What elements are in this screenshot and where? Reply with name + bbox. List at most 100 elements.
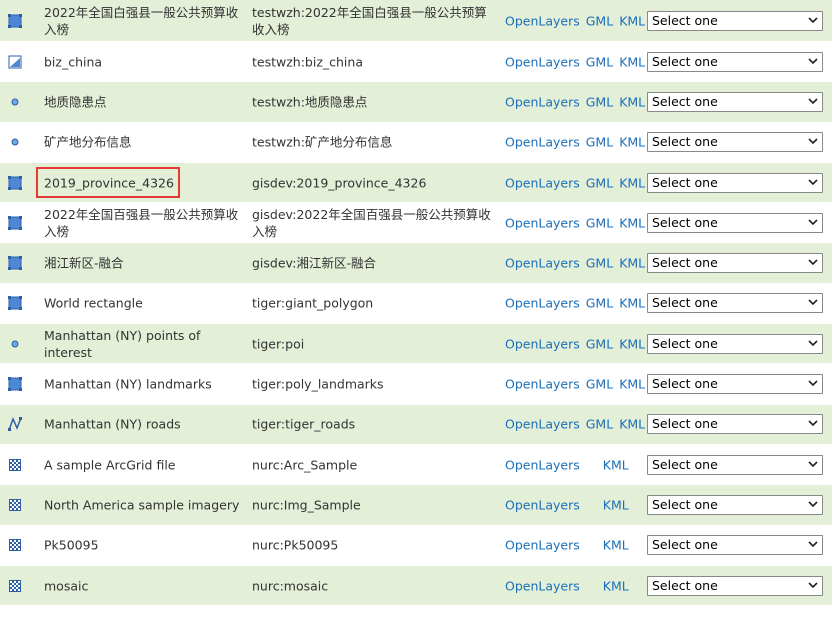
table-row: Manhattan (NY) roads tiger:tiger_roads Ope… bbox=[0, 404, 832, 445]
preview-links: OpenLayers GML KML bbox=[505, 296, 651, 311]
gml-link[interactable]: GML bbox=[586, 94, 613, 109]
gml-link[interactable]: GML bbox=[586, 13, 613, 28]
openlayers-link[interactable]: OpenLayers bbox=[505, 457, 580, 472]
gml-link[interactable]: GML bbox=[586, 135, 613, 150]
layer-title: 地质隐患点 bbox=[44, 94, 107, 110]
format-select[interactable]: Select one bbox=[647, 212, 823, 233]
select-value: Select one bbox=[652, 53, 718, 69]
select-value: Select one bbox=[652, 255, 718, 271]
kml-link[interactable]: KML bbox=[603, 538, 629, 553]
select-value: Select one bbox=[652, 93, 718, 109]
layer-title: 湘江新区-融合 bbox=[44, 255, 124, 271]
openlayers-link[interactable]: OpenLayers bbox=[505, 497, 580, 512]
polygon-icon bbox=[8, 377, 22, 392]
preview-links: OpenLayers GML KML bbox=[505, 54, 651, 69]
openlayers-link[interactable]: OpenLayers bbox=[505, 215, 580, 230]
openlayers-link[interactable]: OpenLayers bbox=[505, 13, 580, 28]
polygon-icon bbox=[8, 175, 22, 190]
layer-title: mosaic bbox=[44, 578, 89, 593]
table-row: 2022年全国百强县一般公共预算收入榜 gisdev:2022年全国百强县一般公共… bbox=[0, 203, 832, 244]
openlayers-link[interactable]: OpenLayers bbox=[505, 296, 580, 311]
select-value: Select one bbox=[652, 12, 718, 28]
format-select[interactable]: Select one bbox=[647, 494, 823, 515]
layer-title: 2022年全国百强县一般公共预算收入榜 bbox=[44, 206, 239, 239]
select-value: Select one bbox=[652, 174, 718, 190]
preview-links: OpenLayers KML bbox=[505, 497, 635, 512]
kml-link[interactable]: KML bbox=[603, 497, 629, 512]
format-select[interactable]: Select one bbox=[647, 132, 823, 153]
kml-link[interactable]: KML bbox=[619, 135, 645, 150]
format-select[interactable]: Select one bbox=[647, 535, 823, 556]
polygon-icon bbox=[8, 13, 22, 28]
kml-link[interactable]: KML bbox=[619, 336, 645, 351]
layer-title: biz_china bbox=[44, 54, 103, 70]
layer-title: 2022年全国白强县一般公共预算收入榜 bbox=[44, 4, 239, 37]
gml-link[interactable]: GML bbox=[586, 215, 613, 230]
kml-link[interactable]: KML bbox=[619, 215, 645, 230]
format-select[interactable]: Select one bbox=[647, 414, 823, 435]
layer-title: Manhattan (NY) roads bbox=[44, 416, 181, 432]
grid-icon bbox=[8, 498, 22, 512]
kml-link[interactable]: KML bbox=[603, 457, 629, 472]
kml-link[interactable]: KML bbox=[619, 296, 645, 311]
kml-link[interactable]: KML bbox=[619, 417, 645, 432]
select-value: Select one bbox=[652, 496, 718, 512]
gml-link[interactable]: GML bbox=[586, 175, 613, 190]
format-select[interactable]: Select one bbox=[647, 454, 823, 475]
layer-name: gisdev:湘江新区-融合 bbox=[252, 255, 376, 271]
kml-link[interactable]: KML bbox=[619, 256, 645, 271]
layer-name: tiger:poly_landmarks bbox=[252, 376, 384, 392]
gml-link[interactable]: GML bbox=[586, 377, 613, 392]
kml-link[interactable]: KML bbox=[619, 94, 645, 109]
grid-icon bbox=[8, 538, 22, 552]
format-select[interactable]: Select one bbox=[647, 575, 823, 596]
openlayers-link[interactable]: OpenLayers bbox=[505, 538, 580, 553]
format-select[interactable]: Select one bbox=[647, 91, 823, 112]
format-select[interactable]: Select one bbox=[647, 10, 823, 31]
point-icon bbox=[8, 337, 22, 351]
select-value: Select one bbox=[652, 376, 718, 392]
openlayers-link[interactable]: OpenLayers bbox=[505, 135, 580, 150]
openlayers-link[interactable]: OpenLayers bbox=[505, 336, 580, 351]
layer-title: 2019_province_4326 bbox=[44, 175, 174, 191]
layer-title: Manhattan (NY) points of interest bbox=[44, 327, 201, 360]
format-select[interactable]: Select one bbox=[647, 333, 823, 354]
grid-icon bbox=[8, 579, 22, 593]
gml-link[interactable]: GML bbox=[586, 256, 613, 271]
preview-links: OpenLayers GML KML bbox=[505, 13, 651, 28]
layer-title: North America sample imagery bbox=[44, 497, 240, 513]
openlayers-link[interactable]: OpenLayers bbox=[505, 54, 580, 69]
table-row: Manhattan (NY) points of interest tiger:p… bbox=[0, 324, 832, 365]
table-row: 地质隐患点 testwzh:地质隐患点 OpenLayers GML KML Select… bbox=[0, 82, 832, 123]
openlayers-link[interactable]: OpenLayers bbox=[505, 377, 580, 392]
format-select[interactable]: Select one bbox=[647, 51, 823, 72]
openlayers-link[interactable]: OpenLayers bbox=[505, 175, 580, 190]
layer-name: testwzh:2022年全国白强县一般公共预算收入榜 bbox=[252, 4, 487, 37]
polygon-icon bbox=[8, 256, 22, 271]
format-select[interactable]: Select one bbox=[647, 374, 823, 395]
kml-link[interactable]: KML bbox=[619, 377, 645, 392]
gml-link[interactable]: GML bbox=[586, 54, 613, 69]
preview-links: OpenLayers GML KML bbox=[505, 417, 651, 432]
gml-link[interactable]: GML bbox=[586, 417, 613, 432]
preview-links: OpenLayers GML KML bbox=[505, 336, 651, 351]
point-icon bbox=[8, 95, 22, 109]
openlayers-link[interactable]: OpenLayers bbox=[505, 94, 580, 109]
kml-link[interactable]: KML bbox=[603, 578, 629, 593]
grid-icon bbox=[8, 458, 22, 472]
kml-link[interactable]: KML bbox=[619, 13, 645, 28]
format-select[interactable]: Select one bbox=[647, 253, 823, 274]
gml-link[interactable]: GML bbox=[586, 336, 613, 351]
kml-link[interactable]: KML bbox=[619, 175, 645, 190]
openlayers-link[interactable]: OpenLayers bbox=[505, 256, 580, 271]
openlayers-link[interactable]: OpenLayers bbox=[505, 578, 580, 593]
line-icon bbox=[8, 417, 22, 432]
point-icon bbox=[8, 135, 22, 149]
format-select[interactable]: Select one bbox=[647, 172, 823, 193]
format-select[interactable]: Select one bbox=[647, 293, 823, 314]
kml-link[interactable]: KML bbox=[619, 54, 645, 69]
select-value: Select one bbox=[652, 134, 718, 150]
openlayers-link[interactable]: OpenLayers bbox=[505, 417, 580, 432]
gml-link[interactable]: GML bbox=[586, 296, 613, 311]
select-value: Select one bbox=[652, 416, 718, 432]
